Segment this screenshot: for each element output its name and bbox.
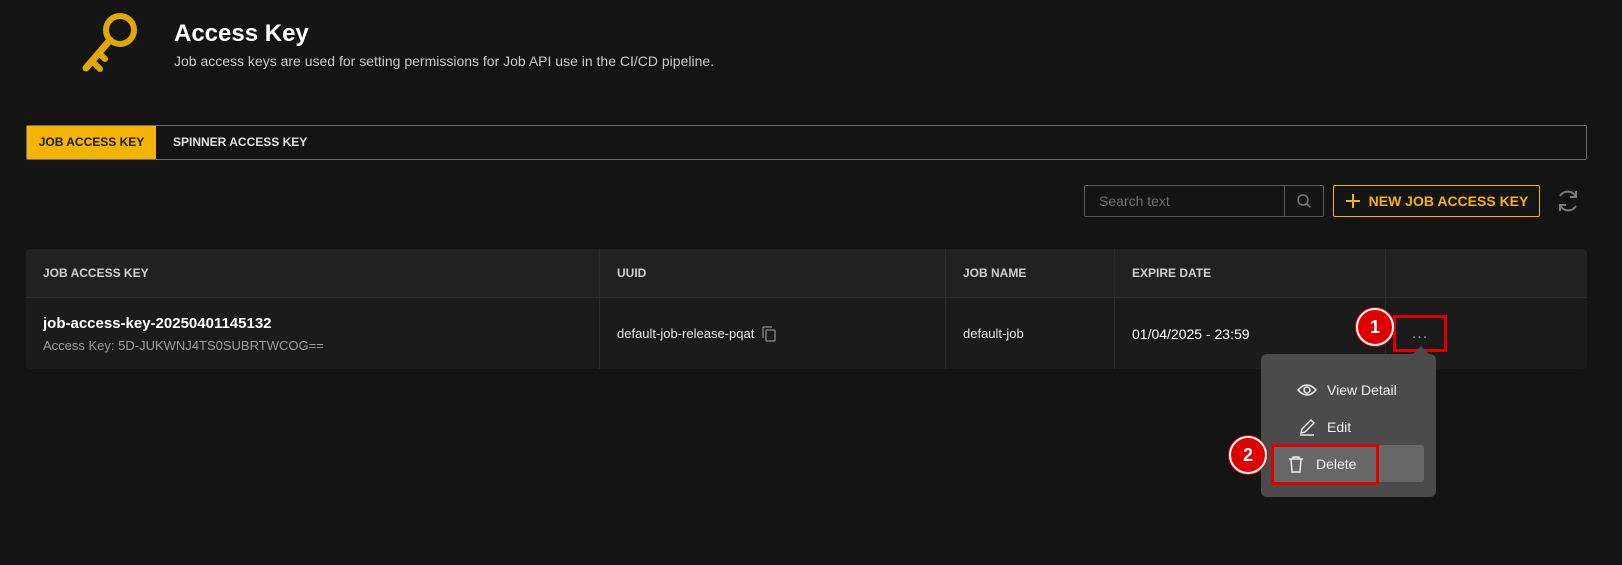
search-icon [1297,194,1311,208]
search-box [1084,185,1324,217]
tab-job-access-key[interactable]: JOB ACCESS KEY [27,126,156,159]
cell-job-access-key: job-access-key-20250401145132 Access Key… [26,298,600,369]
table-header: JOB ACCESS KEY UUID JOB NAME EXPIRE DATE [26,249,1587,298]
menu-arrow [1413,346,1429,354]
column-header-job-access-key: JOB ACCESS KEY [26,249,600,297]
tab-bar: JOB ACCESS KEY SPINNER ACCESS KEY [26,125,1587,160]
column-header-job-name: JOB NAME [946,249,1115,297]
eye-icon [1297,383,1317,396]
refresh-icon[interactable] [1555,188,1581,214]
tab-spinner-access-key[interactable]: SPINNER ACCESS KEY [156,126,324,159]
access-key-value: Access Key: 5D-JUKWNJ4TS0SUBRTWCOG== [43,337,324,353]
copy-icon[interactable] [762,325,776,342]
step-marker-1: 1 [1356,308,1394,346]
key-icon [82,13,137,72]
job-name-value: default-job [963,326,1024,341]
column-header-uuid: UUID [600,249,946,297]
cell-job-name: default-job [946,298,1115,369]
search-input[interactable] [1085,186,1284,216]
page-title: Access Key [174,20,309,47]
pencil-icon [1300,418,1315,436]
access-key-table: JOB ACCESS KEY UUID JOB NAME EXPIRE DATE… [26,249,1587,369]
column-header-actions [1386,249,1587,297]
menu-item-edit[interactable]: Edit [1273,408,1424,445]
uuid-value: default-job-release-pqat [617,326,755,341]
column-header-expire-date: EXPIRE DATE [1115,249,1386,297]
cell-uuid: default-job-release-pqat [600,298,946,369]
menu-item-view-detail[interactable]: View Detail [1273,371,1424,408]
search-button[interactable] [1284,186,1323,216]
new-job-access-key-button[interactable]: NEW JOB ACCESS KEY [1333,185,1540,217]
new-button-label: NEW JOB ACCESS KEY [1368,193,1529,209]
menu-item-label: Edit [1327,418,1352,435]
step-marker-2: 2 [1229,436,1267,474]
key-name: job-access-key-20250401145132 [43,314,272,332]
delete-highlight-box [1271,444,1379,485]
expire-date-value: 01/04/2025 - 23:59 [1132,325,1250,342]
plus-icon [1345,194,1360,208]
menu-item-label: View Detail [1327,381,1397,398]
page-subtitle: Job access keys are used for setting per… [174,53,715,69]
